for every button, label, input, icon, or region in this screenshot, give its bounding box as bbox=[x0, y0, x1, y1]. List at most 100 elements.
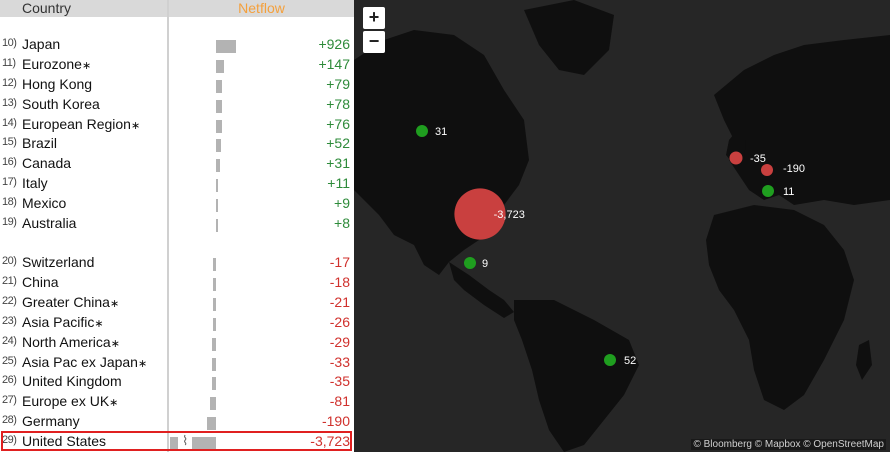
row-country-label: European Region bbox=[22, 116, 131, 132]
row-country: United Kingdom bbox=[22, 373, 122, 389]
row-netflow-value: -29 bbox=[329, 334, 350, 350]
netflow-table-panel: Country Netflow 10) Japan +926 11) Eurozone∗… bbox=[0, 0, 354, 452]
row-country: Japan bbox=[22, 36, 60, 52]
row-rank: 13) bbox=[2, 97, 17, 109]
row-country: Asia Pac ex Japan∗ bbox=[22, 354, 147, 370]
aggregate-star-icon: ∗ bbox=[137, 358, 148, 370]
table-row[interactable]: 25) Asia Pac ex Japan∗ -33 bbox=[0, 354, 354, 374]
table-row[interactable]: 22) Greater China∗ -21 bbox=[0, 294, 354, 314]
row-country: Asia Pacific∗ bbox=[22, 314, 104, 330]
table-row[interactable]: 12) Hong Kong +79 bbox=[0, 76, 354, 96]
aggregate-star-icon: ∗ bbox=[110, 338, 120, 350]
row-netflow-value: -17 bbox=[329, 254, 350, 270]
row-country-label: Canada bbox=[22, 155, 72, 171]
netflow-bar bbox=[216, 120, 222, 133]
netflow-bar bbox=[216, 139, 221, 152]
netflow-bar bbox=[216, 100, 222, 113]
row-country-label: Germany bbox=[22, 413, 80, 429]
table-row[interactable]: 26) United Kingdom -35 bbox=[0, 373, 354, 393]
netflow-bar bbox=[213, 278, 216, 291]
netflow-bar bbox=[212, 377, 216, 390]
row-country-label: North America bbox=[22, 334, 111, 350]
row-netflow-value: +8 bbox=[334, 215, 350, 231]
world-map[interactable]: 31 -3,723 9 52 -35 -190 11 + − © Bloomberg © M… bbox=[354, 0, 890, 452]
table-row[interactable]: 10) Japan +926 bbox=[0, 36, 354, 56]
row-country-label: Asia Pacific bbox=[22, 314, 95, 330]
row-rank: 22) bbox=[2, 295, 17, 307]
netflow-bar bbox=[213, 258, 216, 271]
bubble-united-kingdom[interactable] bbox=[729, 151, 743, 165]
row-country: Germany bbox=[22, 413, 80, 429]
row-rank: 12) bbox=[2, 77, 17, 89]
aggregate-star-icon: ∗ bbox=[81, 60, 92, 72]
table-row[interactable]: 24) North America∗ -29 bbox=[0, 334, 354, 354]
table-row[interactable]: 21) China -18 bbox=[0, 274, 354, 294]
row-country-label: United Kingdom bbox=[22, 373, 122, 389]
row-country-label: Japan bbox=[22, 36, 61, 52]
table-row[interactable]: 19) Australia +8 bbox=[0, 215, 354, 235]
table-row[interactable]: 18) Mexico +9 bbox=[0, 195, 354, 215]
netflow-bar bbox=[216, 199, 218, 212]
bubble-canada[interactable] bbox=[416, 125, 428, 137]
row-country-label: Brazil bbox=[22, 135, 58, 151]
row-country-label: Mexico bbox=[22, 195, 67, 211]
map-canvas[interactable]: 31 -3,723 9 52 -35 -190 11 bbox=[354, 0, 890, 452]
table-row[interactable]: 15) Brazil +52 bbox=[0, 135, 354, 155]
row-country: Hong Kong bbox=[22, 76, 92, 92]
netflow-bar bbox=[212, 358, 216, 371]
netflow-bar bbox=[212, 338, 216, 351]
land-south-america bbox=[514, 300, 639, 452]
row-netflow-value: -26 bbox=[329, 314, 350, 330]
aggregate-star-icon: ∗ bbox=[109, 298, 120, 310]
table-row[interactable]: 20) Switzerland -17 bbox=[0, 254, 354, 274]
row-netflow-value: -18 bbox=[329, 274, 350, 290]
row-netflow-value: +76 bbox=[326, 116, 350, 132]
bubble-mexico[interactable] bbox=[464, 257, 476, 269]
row-rank: 17) bbox=[2, 176, 17, 188]
column-header-netflow[interactable]: Netflow bbox=[169, 0, 354, 17]
row-netflow-value: +926 bbox=[318, 36, 350, 52]
row-country-label: Hong Kong bbox=[22, 76, 93, 92]
table-row[interactable]: 23) Asia Pacific∗ -26 bbox=[0, 314, 354, 334]
column-header-country[interactable]: Country bbox=[0, 0, 167, 17]
row-netflow-value: +11 bbox=[327, 175, 350, 191]
table-row[interactable]: 28) Germany -190 bbox=[0, 413, 354, 433]
table-row[interactable]: 27) Europe ex UK∗ -81 bbox=[0, 393, 354, 413]
row-rank: 11) bbox=[2, 57, 16, 69]
aggregate-star-icon: ∗ bbox=[94, 318, 104, 330]
map-attribution[interactable]: © Bloomberg © Mapbox © OpenStreetMap bbox=[691, 439, 886, 450]
table-row[interactable]: 17) Italy +11 bbox=[0, 175, 354, 195]
netflow-bar bbox=[216, 159, 220, 172]
bubble-italy[interactable] bbox=[762, 185, 774, 197]
table-row[interactable]: 13) South Korea +78 bbox=[0, 96, 354, 116]
row-country: Italy bbox=[22, 175, 48, 191]
row-rank: 28) bbox=[2, 414, 17, 426]
row-country: North America∗ bbox=[22, 334, 120, 350]
bubble-brazil[interactable] bbox=[604, 354, 616, 366]
row-rank: 26) bbox=[2, 374, 17, 386]
bubble-germany[interactable] bbox=[761, 164, 773, 176]
table-row[interactable]: 14) European Region∗ +76 bbox=[0, 116, 354, 136]
netflow-bar bbox=[216, 60, 224, 73]
row-country-label: Switzerland bbox=[22, 254, 95, 270]
table-row[interactable]: 16) Canada +31 bbox=[0, 155, 354, 175]
netflow-bar bbox=[216, 179, 218, 192]
row-country-label: Eurozone bbox=[22, 56, 82, 72]
row-country: South Korea bbox=[22, 96, 100, 112]
netflow-bar bbox=[216, 80, 222, 93]
row-netflow-value: +31 bbox=[326, 155, 350, 171]
zoom-in-button[interactable]: + bbox=[363, 7, 385, 29]
row-rank: 20) bbox=[2, 255, 17, 267]
row-rank: 15) bbox=[2, 136, 17, 148]
row-country-label: Italy bbox=[22, 175, 48, 191]
bubble-label: -3,723 bbox=[494, 209, 525, 221]
zoom-out-button[interactable]: − bbox=[363, 31, 385, 53]
table-row[interactable]: 11) Eurozone∗ +147 bbox=[0, 56, 354, 76]
land-north-america bbox=[354, 30, 529, 275]
bubble-label: 52 bbox=[624, 355, 636, 367]
netflow-bar bbox=[210, 397, 216, 410]
row-rank: 19) bbox=[2, 216, 17, 228]
land-central-america bbox=[449, 262, 514, 318]
highlight-box bbox=[1, 431, 352, 451]
row-country: European Region∗ bbox=[22, 116, 140, 132]
